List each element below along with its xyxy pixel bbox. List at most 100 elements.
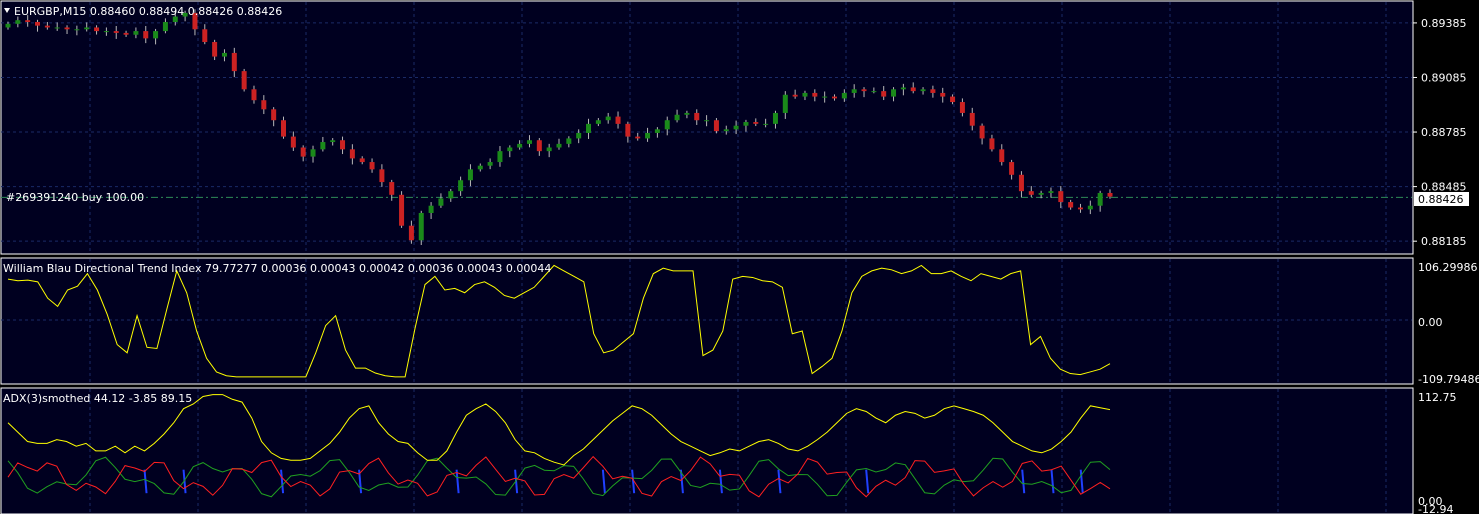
candle-body: [871, 91, 877, 93]
candle-body: [54, 27, 60, 29]
candle-body: [635, 136, 641, 139]
adx-panel[interactable]: ADX(3)smothed 44.12 -3.85 89.15 112.75 0…: [0, 387, 1457, 514]
candle-body: [143, 31, 149, 39]
candle-body: [1018, 174, 1024, 192]
order-label[interactable]: #269391240 buy 100.00: [6, 191, 144, 204]
candle-body: [1107, 192, 1113, 197]
adx-panel-header: ADX(3)smothed 44.12 -3.85 89.15: [3, 392, 192, 405]
candle-body: [900, 87, 906, 90]
candle-body: [84, 27, 90, 30]
candle-body: [1048, 191, 1054, 193]
candle-body: [74, 29, 80, 31]
candle-body: [1097, 192, 1103, 206]
candle-body: [772, 112, 778, 124]
candle-body: [556, 143, 562, 148]
candle-body: [359, 158, 365, 163]
candle-body: [162, 22, 168, 32]
candle-body: [103, 31, 109, 33]
candle-body: [231, 52, 237, 72]
candle-body: [458, 180, 464, 192]
price-axis: 0.89385 0.89085 0.88785 0.88485 0.88185: [1413, 17, 1467, 248]
candle-body: [113, 31, 119, 33]
price-tick-label: 0.89085: [1421, 71, 1467, 84]
candle-body: [477, 165, 483, 170]
candle-body: [654, 129, 660, 133]
dti-level-top: 106.29986: [1418, 261, 1478, 274]
candle-body: [320, 142, 326, 150]
candle-body: [64, 27, 70, 30]
candle-body: [645, 132, 651, 139]
candle-body: [212, 42, 218, 57]
candle-body: [1077, 207, 1083, 210]
candle-body: [349, 149, 355, 159]
candle-body: [910, 87, 916, 92]
candle-body: [684, 112, 690, 115]
adx-level-bottom: -12.94: [1418, 503, 1453, 514]
candle-body: [546, 147, 552, 152]
candle-body: [261, 100, 267, 110]
dti-panel[interactable]: William Blau Directional Trend Index 79.…: [0, 257, 1479, 386]
candle-body: [428, 205, 434, 213]
candle-body: [782, 94, 788, 113]
candle-body: [153, 31, 159, 39]
price-panel-background: [1, 1, 1413, 254]
candle-body: [812, 92, 818, 97]
candle-body: [123, 32, 129, 35]
candle-body: [448, 191, 454, 199]
candle-body: [25, 20, 31, 23]
candle-body: [615, 116, 621, 124]
candle-body: [526, 140, 532, 144]
candle-body: [694, 112, 700, 121]
candle-body: [1028, 191, 1034, 195]
candle-body: [753, 122, 759, 124]
price-tick-label: 0.88185: [1421, 235, 1467, 248]
candle-body: [586, 123, 592, 133]
candle-body: [989, 138, 995, 150]
candle-body: [723, 129, 729, 132]
candle-body: [1038, 192, 1044, 195]
candle-body: [950, 96, 956, 103]
candle-body: [664, 120, 670, 130]
candle-body: [999, 149, 1005, 163]
candle-body: [300, 147, 306, 157]
price-panel[interactable]: #269391240 buy 100.00 EURGBP,M15 0.88460…: [0, 0, 1469, 255]
candle-body: [792, 94, 798, 97]
candle-body: [625, 123, 631, 137]
candle-body: [940, 92, 946, 97]
candle-body: [1087, 205, 1093, 210]
candle-body: [1058, 191, 1064, 203]
price-panel-header: EURGBP,M15 0.88460 0.88494 0.88426 0.884…: [14, 5, 282, 18]
candle-body: [959, 102, 965, 113]
candle-body: [241, 71, 247, 90]
candle-body: [44, 25, 50, 28]
dti-level-zero: 0.00: [1418, 316, 1443, 329]
candle-body: [605, 116, 611, 121]
adx-level-top: 112.75: [1418, 391, 1457, 404]
candle-body: [1068, 202, 1074, 208]
candle-body: [881, 91, 887, 97]
candle-body: [369, 162, 375, 170]
candle-body: [891, 89, 897, 97]
candle-body: [576, 132, 582, 139]
candle-body: [969, 112, 975, 126]
candle-body: [832, 96, 837, 99]
candle-body: [467, 169, 473, 181]
candle-body: [497, 151, 503, 163]
trading-terminal-chart[interactable]: #269391240 buy 100.00 EURGBP,M15 0.88460…: [0, 0, 1479, 514]
candle-body: [536, 140, 542, 152]
candle-body: [566, 138, 572, 144]
candle-body: [133, 31, 139, 35]
candle-body: [733, 125, 739, 130]
candle-body: [221, 52, 227, 57]
candle-body: [1009, 162, 1015, 175]
candle-body: [5, 23, 11, 28]
price-tick-label: 0.88785: [1421, 126, 1467, 139]
candle-body: [290, 136, 296, 148]
candle-body: [920, 89, 926, 92]
candle-body: [408, 225, 414, 241]
current-price-label: 0.88426: [1418, 193, 1464, 206]
candle-body: [704, 120, 710, 122]
candle-body: [438, 198, 444, 206]
candle-body: [802, 92, 808, 97]
candle-body: [330, 140, 336, 143]
